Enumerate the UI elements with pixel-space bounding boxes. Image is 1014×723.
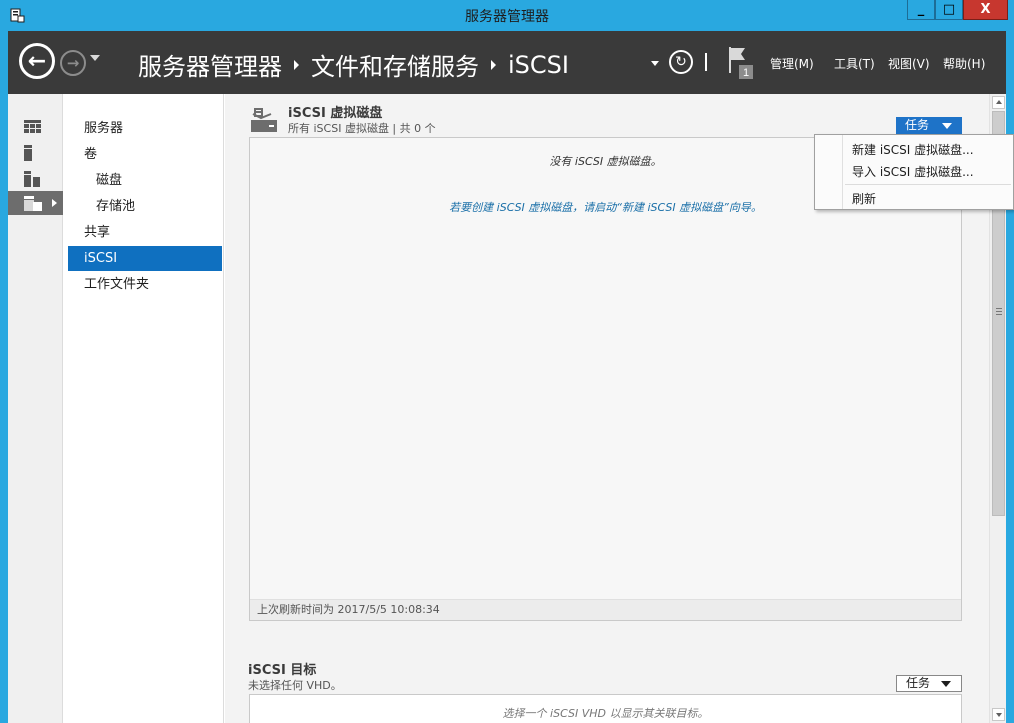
file-storage-icon xyxy=(24,195,42,211)
sidebar-all-servers[interactable] xyxy=(8,167,63,191)
scroll-up-arrow-icon[interactable] xyxy=(992,96,1005,109)
sidebar-local-server[interactable] xyxy=(8,141,63,165)
chevron-down-icon xyxy=(942,123,952,129)
targets-empty-message: 选择一个 iSCSI VHD 以显示其关联目标。 xyxy=(502,707,709,720)
menu-view[interactable]: 视图(V) xyxy=(888,55,930,72)
breadcrumb-dropdown-icon[interactable] xyxy=(651,61,659,66)
menu-separator xyxy=(845,184,1011,185)
nav-item-servers[interactable]: 服务器 xyxy=(68,116,222,141)
forward-arrow-icon[interactable]: → xyxy=(60,50,86,76)
notification-flag-icon[interactable]: 1 xyxy=(727,45,757,81)
sidebar-file-storage[interactable] xyxy=(8,191,63,215)
history-dropdown-icon[interactable] xyxy=(90,55,100,61)
menu-item-new-virtual-disk[interactable]: 新建 iSCSI 虚拟磁盘... xyxy=(852,141,974,158)
all-servers-icon xyxy=(24,171,40,187)
virtual-disks-section-title: iSCSI 虚拟磁盘 xyxy=(288,106,383,121)
nav-item-volumes[interactable]: 卷 xyxy=(68,142,222,167)
grip-icon xyxy=(996,308,1002,315)
tasks-context-menu: 新建 iSCSI 虚拟磁盘... 导入 iSCSI 虚拟磁盘... 刷新 xyxy=(814,134,1014,210)
nav-item-storage-pools[interactable]: 存储池 xyxy=(68,194,222,219)
nav-item-work-folders[interactable]: 工作文件夹 xyxy=(68,272,222,297)
dashboard-grid-icon xyxy=(24,120,41,133)
menu-help[interactable]: 帮助(H) xyxy=(943,55,985,72)
header-bar: ← → 服务器管理器 文件和存储服务 iSCSI ↻ 1 管理(M) 工具(T)… xyxy=(8,31,1006,94)
tasks-button-label: 任务 xyxy=(905,118,930,132)
close-button[interactable]: X xyxy=(963,0,1008,20)
nav-item-disks[interactable]: 磁盘 xyxy=(68,168,222,193)
scroll-down-arrow-icon[interactable] xyxy=(992,708,1005,721)
chevron-down-icon xyxy=(941,681,951,687)
header-divider xyxy=(705,53,707,71)
virtual-disks-tasks-button[interactable]: 任务 xyxy=(896,117,962,134)
back-arrow-icon[interactable]: ← xyxy=(19,43,55,79)
menu-icon-gutter xyxy=(815,135,843,209)
server-manager-window: 服务器管理器 _ □ X ← → 服务器管理器 文件和存储服务 iSCSI ↻ … xyxy=(0,0,1014,723)
window-controls: _ □ X xyxy=(907,0,1008,21)
menu-item-refresh[interactable]: 刷新 xyxy=(852,190,876,207)
nav-item-iscsi[interactable]: iSCSI xyxy=(68,246,222,271)
icon-sidebar xyxy=(8,94,63,723)
breadcrumb-item-file-storage[interactable]: 文件和存储服务 xyxy=(311,47,479,82)
menu-item-import-virtual-disk[interactable]: 导入 iSCSI 虚拟磁盘... xyxy=(852,163,974,180)
local-server-icon xyxy=(24,145,32,161)
tasks-button-label: 任务 xyxy=(906,676,931,690)
breadcrumb: 服务器管理器 文件和存储服务 iSCSI xyxy=(138,47,569,82)
notification-count: 1 xyxy=(743,67,749,79)
window-title: 服务器管理器 xyxy=(465,9,549,25)
virtual-disk-icon xyxy=(251,108,277,132)
nav-item-shares[interactable]: 共享 xyxy=(68,220,222,245)
virtual-disks-section-subtitle: 所有 iSCSI 虚拟磁盘 | 共 0 个 xyxy=(288,122,436,135)
menu-manage[interactable]: 管理(M) xyxy=(770,55,814,72)
targets-tasks-button[interactable]: 任务 xyxy=(896,675,962,692)
breadcrumb-item-iscsi[interactable]: iSCSI xyxy=(508,51,569,79)
targets-section-subtitle: 未选择任何 VHD。 xyxy=(248,679,342,692)
maximize-button[interactable]: □ xyxy=(935,0,963,20)
targets-section-title: iSCSI 目标 xyxy=(248,663,317,678)
last-refresh-status: 上次刷新时间为 2017/5/5 10:08:34 xyxy=(250,599,961,620)
navigation-pane: 服务器 卷 磁盘 存储池 共享 iSCSI 工作文件夹 xyxy=(64,94,224,723)
expand-arrow-icon xyxy=(52,199,57,207)
targets-list[interactable]: 选择一个 iSCSI VHD 以显示其关联目标。 xyxy=(249,694,962,723)
breadcrumb-item-server-manager[interactable]: 服务器管理器 xyxy=(138,47,282,82)
breadcrumb-separator-icon xyxy=(491,59,496,70)
refresh-icon[interactable]: ↻ xyxy=(669,50,693,74)
sidebar-dashboard[interactable] xyxy=(8,115,63,139)
breadcrumb-separator-icon xyxy=(294,59,299,70)
title-bar[interactable]: 服务器管理器 _ □ X xyxy=(0,0,1014,31)
menu-tools[interactable]: 工具(T) xyxy=(834,55,875,72)
minimize-button[interactable]: _ xyxy=(907,0,935,20)
